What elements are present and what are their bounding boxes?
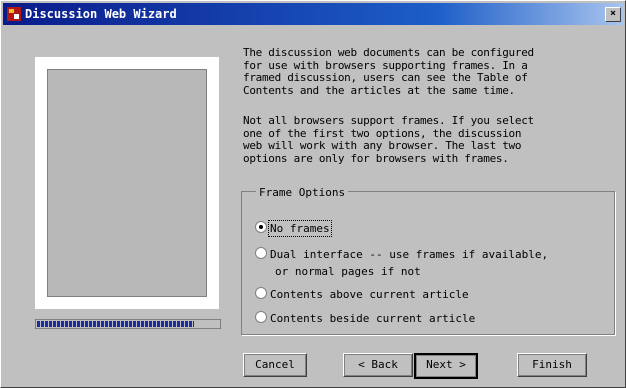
radio-no-frames[interactable] [255, 221, 267, 233]
option-contents-above-label: Contents above current article [270, 288, 469, 301]
description-paragraph-1: The discussion web documents can be conf… [243, 46, 534, 97]
progress-fill [37, 321, 194, 327]
back-button[interactable]: < Back [343, 353, 413, 377]
frame-preview-page [47, 69, 207, 297]
window-title: Discussion Web Wizard [25, 7, 177, 21]
radio-dual-interface[interactable] [255, 247, 267, 259]
next-button[interactable]: Next > [414, 353, 478, 379]
close-button[interactable]: × [605, 7, 621, 22]
frame-options-legend: Frame Options [256, 186, 349, 199]
app-icon [7, 7, 21, 21]
option-dual-interface[interactable]: Dual interface -- use frames if availabl… [255, 247, 548, 261]
finish-button[interactable]: Finish [517, 353, 587, 377]
radio-contents-above[interactable] [255, 287, 267, 299]
option-dual-interface-continuation: or normal pages if not [275, 265, 421, 278]
radio-contents-beside[interactable] [255, 311, 267, 323]
option-contents-beside-label: Contents beside current article [270, 312, 476, 325]
option-contents-above[interactable]: Contents above current article [255, 287, 469, 301]
option-no-frames-label: No frames [268, 220, 332, 237]
description-paragraph-2: Not all browsers support frames. If you … [243, 114, 534, 165]
option-no-frames[interactable]: No frames [255, 220, 332, 237]
title-bar[interactable]: Discussion Web Wizard × [3, 3, 623, 25]
wizard-window: Discussion Web Wizard × The discussion w… [0, 0, 626, 388]
frame-preview [35, 57, 219, 309]
option-dual-interface-label: Dual interface -- use frames if availabl… [270, 248, 549, 261]
close-icon: × [609, 8, 617, 19]
option-contents-beside[interactable]: Contents beside current article [255, 311, 475, 325]
cancel-button[interactable]: Cancel [243, 353, 307, 377]
wizard-progress-bar [35, 319, 221, 329]
